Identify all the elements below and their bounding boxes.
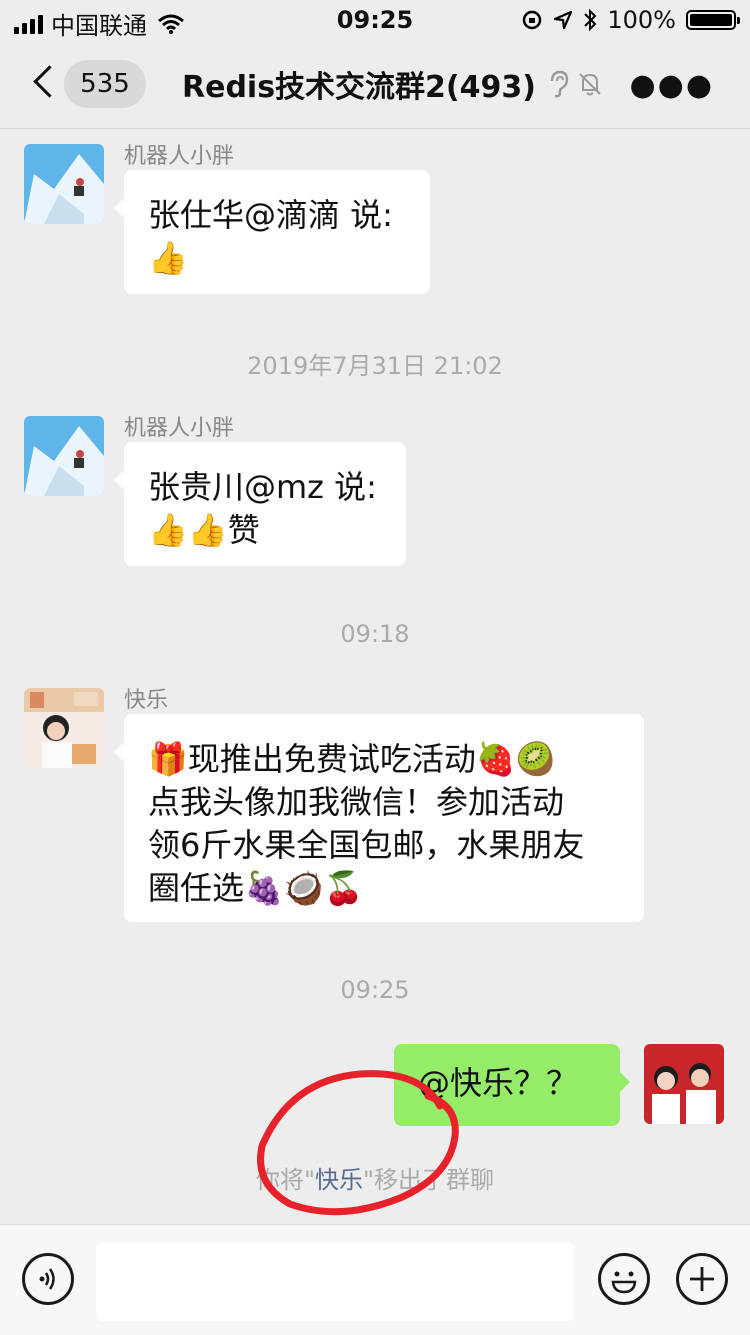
message-text-line: 领6斤水果全国包邮，水果朋友	[148, 826, 585, 864]
mute-bell-icon	[579, 73, 601, 96]
timestamp: 09:18	[340, 620, 410, 648]
sender-name: 快乐	[124, 688, 169, 713]
orientation-lock-icon	[523, 10, 542, 30]
message-bubble[interactable]: 张贵川@mz 说: 👍👍赞	[114, 442, 406, 566]
sender-name: 机器人小胖	[124, 416, 235, 441]
back-chevron-icon[interactable]	[28, 62, 68, 106]
message-text-line: 圈任选🍇🥥🍒	[148, 869, 364, 907]
message-text-line: 张贵川@mz 说:	[148, 468, 377, 506]
status-right: 100%	[521, 6, 740, 34]
plus-icon[interactable]	[676, 1253, 728, 1305]
status-bar: 中国联通 09:25 100%	[0, 0, 750, 40]
avatar-me[interactable]	[644, 1044, 724, 1124]
ear-icon	[550, 70, 569, 98]
chat-title: Redis技术交流群2(493)	[182, 70, 536, 105]
message-bubble[interactable]: 张仕华@滴滴 说: 👍	[114, 170, 430, 294]
emoji-icon[interactable]	[598, 1253, 650, 1305]
battery-percent: 100%	[607, 6, 676, 34]
message-text-line: 点我头像加我微信！参加活动	[148, 783, 565, 821]
location-icon	[554, 10, 573, 30]
chat-header: 535 Redis技术交流群2(493) ●●●	[0, 40, 750, 129]
message-bubble[interactable]: 🎁现推出免费试吃活动🍓🥝 点我头像加我微信！参加活动 领6斤水果全国包邮，水果朋…	[114, 714, 644, 922]
avatar-robot[interactable]	[24, 144, 104, 224]
avatar-kuaile[interactable]	[24, 688, 104, 768]
avatar-robot[interactable]	[24, 416, 104, 496]
message-text-line: 🎁现推出免费试吃活动🍓🥝	[148, 740, 556, 778]
sender-name: 机器人小胖	[124, 144, 235, 169]
voice-input-icon[interactable]	[22, 1253, 74, 1305]
timestamp: 09:25	[340, 976, 410, 1004]
message-text-line: 👍👍赞	[148, 511, 260, 549]
red-circle-annotation	[257, 1070, 459, 1216]
input-bar	[0, 1224, 750, 1335]
chat-title-group: Redis技术交流群2(493)	[182, 62, 604, 106]
bluetooth-icon	[584, 8, 597, 32]
more-options-icon[interactable]: ●●●	[629, 68, 714, 103]
timestamp: 2019年7月31日 21:02	[247, 352, 503, 380]
battery-icon	[686, 10, 740, 30]
message-text-line: 👍	[148, 239, 188, 277]
unread-count-badge[interactable]: 535	[64, 60, 146, 108]
message-input[interactable]	[96, 1243, 574, 1321]
message-text-line: 张仕华@滴滴 说:	[148, 196, 393, 234]
